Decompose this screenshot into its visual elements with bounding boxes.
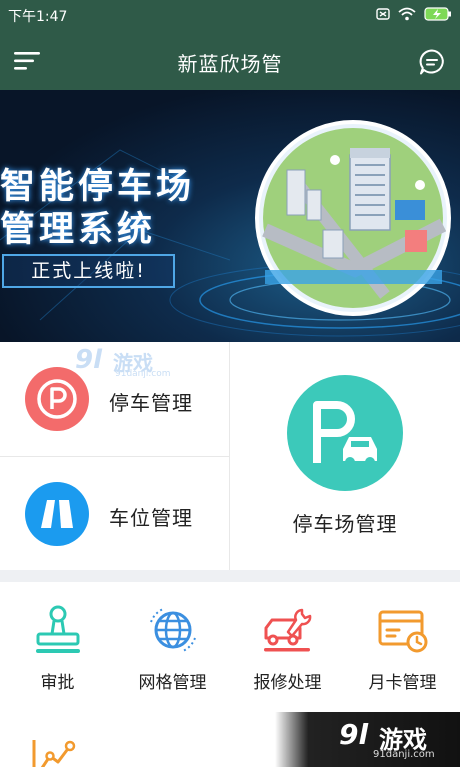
watermark-number: 9l (75, 345, 103, 375)
repair-icon (264, 608, 312, 652)
status-icons (376, 7, 452, 21)
message-icon[interactable] (418, 48, 446, 76)
parking-lot-management-tile[interactable]: 停车场管理 (230, 342, 460, 570)
battery-icon (424, 7, 451, 21)
card-clock-icon (378, 610, 428, 653)
main-grid: 停车管理 车位管理 停车场管理 (0, 342, 460, 570)
smart-city-illustration (255, 120, 451, 316)
feature-grid-management[interactable]: 网格管理 (115, 582, 230, 712)
feature-repair-label: 报修处理 (253, 673, 322, 693)
watermark-bottom-site: 91danji.com (373, 749, 435, 760)
watermark-top: 9l 游戏 91danji.com (75, 345, 185, 379)
wifi-icon (398, 7, 416, 21)
feature-row: 审批 网格管理 报修处理 月卡管理 (0, 582, 460, 712)
feature-monthly-card[interactable]: 月卡管理 (345, 582, 460, 712)
feature-grid-management-label: 网格管理 (138, 673, 207, 693)
app-title: 新蓝欣场管 (177, 52, 283, 76)
status-bar: 下午1:47 (0, 0, 460, 30)
stamp-icon (36, 605, 80, 653)
sim-icon (376, 8, 390, 20)
promo-banner[interactable]: 智能停车场 管理系统 正式上线啦! (0, 90, 460, 342)
space-management-tile[interactable]: 车位管理 (0, 457, 229, 571)
globe-icon (150, 608, 196, 652)
parking-lot-management-label: 停车场管理 (292, 512, 398, 536)
watermark-site: 91danji.com (115, 369, 171, 379)
section-separator (0, 570, 460, 582)
feature-monthly-card-label: 月卡管理 (368, 673, 437, 693)
parking-management-label: 停车管理 (109, 391, 193, 415)
watermark-bottom-number: 9l (339, 718, 369, 751)
banner-headline-2: 管理系统 (0, 210, 157, 250)
feature-approval[interactable]: 审批 (0, 582, 115, 712)
feature-repair[interactable]: 报修处理 (230, 582, 345, 712)
banner-tag: 正式上线啦! (2, 254, 175, 288)
space-management-label: 车位管理 (109, 506, 193, 530)
feature-approval-label: 审批 (40, 673, 75, 693)
status-time: 下午1:47 (8, 9, 68, 25)
app-bar: 新蓝欣场管 (0, 30, 460, 90)
statistics-icon[interactable] (30, 736, 78, 767)
watermark-bottom: 9l 游戏 91danji.com (275, 712, 460, 767)
parking-lot-icon (287, 375, 403, 491)
parking-space-icon (25, 482, 89, 546)
